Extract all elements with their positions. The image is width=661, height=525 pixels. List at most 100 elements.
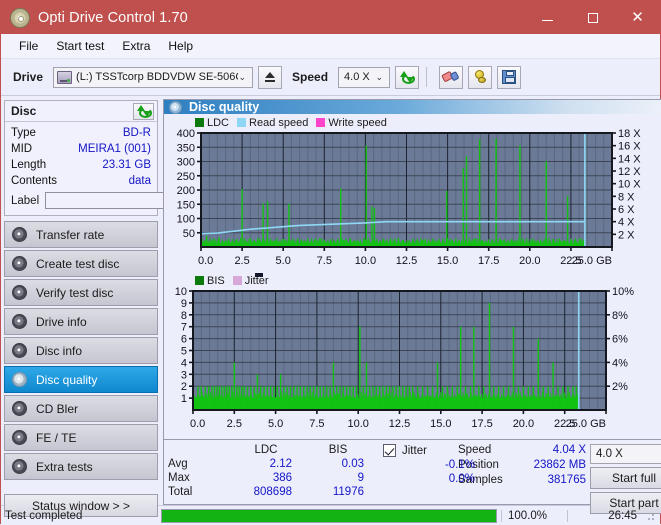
- svg-text:18 X: 18 X: [618, 129, 641, 140]
- legend-item-read-speed: Read speed: [237, 117, 308, 129]
- stats-corner: [168, 444, 230, 456]
- disc-mid-label: MID: [11, 143, 33, 155]
- disc-row-mid: MID MEIRA1 (001): [11, 141, 151, 157]
- menu-extra[interactable]: Extra: [113, 37, 159, 55]
- maximize-button[interactable]: [570, 1, 615, 34]
- legend-swatch-write-speed: [316, 118, 326, 127]
- svg-text:100: 100: [177, 214, 195, 226]
- sidebar-item-extra-tests[interactable]: Extra tests: [4, 453, 158, 480]
- sidebar-item-transfer-rate[interactable]: Transfer rate: [4, 221, 158, 248]
- jitter-checkbox[interactable]: [383, 444, 396, 457]
- sidebar-item-fe-te[interactable]: FE / TE: [4, 424, 158, 451]
- eject-icon: [265, 72, 276, 82]
- test-info-panel: Speed 4.04 X Position 23862 MB Samples 3…: [458, 444, 661, 514]
- disc-panel-header: Disc: [5, 101, 157, 122]
- sidebar-item-label: Extra tests: [36, 459, 93, 474]
- bis-chart: 1 2 3 4 5 6 7 8 9 10 2% 4% 6% 8% 10% 0.0 2.5 5.0 7.5 10.0 12…: [167, 286, 661, 435]
- svg-text:7.5: 7.5: [317, 255, 332, 267]
- stats-max-bis: 9: [357, 472, 364, 484]
- disc-refresh-button[interactable]: [133, 102, 154, 120]
- legend-item-write-speed: Write speed: [316, 117, 387, 129]
- test-controls: 4.0 X ⌄ Start full Start part: [590, 444, 661, 514]
- disc-contents-label: Contents: [11, 175, 58, 187]
- legend-item-ldc: LDC: [195, 117, 229, 129]
- erase-button[interactable]: [439, 65, 464, 89]
- panel-title: Disc quality: [189, 100, 260, 114]
- sidebar: Disc Type BD-R MID MEIRA1 (001) Length 2…: [1, 96, 247, 517]
- close-button[interactable]: ✕: [615, 1, 660, 34]
- legend-label-write-speed: Write speed: [328, 116, 387, 129]
- sidebar-item-verify-test-disc[interactable]: Verify test disc: [4, 279, 158, 306]
- progress-percent: 100.0%: [501, 509, 567, 522]
- ldc-chart-svg: 501001502002503003504002 X4 X6 X8 X10 X1…: [177, 128, 642, 267]
- svg-text:12 X: 12 X: [618, 166, 641, 178]
- statistics-table: LDC BIS Avg 2.12 0.03 Max 386 9 Total 80…: [168, 444, 475, 514]
- eject-button[interactable]: [258, 65, 283, 89]
- svg-text:5.0: 5.0: [268, 418, 283, 430]
- stats-row-label-avg: Avg: [168, 458, 188, 470]
- disc-icon: [12, 430, 27, 445]
- sidebar-item-disc-info[interactable]: Disc info: [4, 337, 158, 364]
- svg-text:7: 7: [181, 322, 187, 334]
- svg-text:4: 4: [181, 357, 187, 369]
- position-value: 23862 MB: [533, 459, 586, 471]
- minimize-button[interactable]: [525, 1, 570, 34]
- sidebar-item-label: Transfer rate: [36, 227, 105, 242]
- samples-value: 381765: [547, 474, 586, 486]
- jitter-max-value: 0.0%: [448, 473, 475, 485]
- svg-text:12.5: 12.5: [396, 255, 417, 267]
- legend-label-bis: BIS: [207, 274, 225, 287]
- menu-file[interactable]: File: [10, 37, 47, 55]
- eraser-icon: [441, 68, 461, 86]
- jitter-header: Jitter: [383, 444, 479, 457]
- save-button[interactable]: [497, 65, 522, 89]
- main-body: Disc Type BD-R MID MEIRA1 (001) Length 2…: [1, 96, 661, 517]
- disc-quality-icon: [169, 100, 182, 114]
- close-icon: ✕: [631, 9, 644, 26]
- start-full-button[interactable]: Start full: [590, 467, 661, 489]
- disc-length-label: Length: [11, 159, 47, 171]
- sidebar-item-create-test-disc[interactable]: Create test disc: [4, 250, 158, 277]
- menu-start-test[interactable]: Start test: [47, 37, 113, 55]
- application-window: Opti Drive Control 1.70 ✕ File Start tes…: [0, 0, 661, 525]
- svg-text:10.0: 10.0: [355, 255, 376, 267]
- toolbar: Drive (L:) TSSTcorp BDDVDW SE-506CB TS02…: [1, 59, 660, 96]
- svg-text:150: 150: [177, 199, 195, 211]
- svg-text:8 X: 8 X: [618, 191, 635, 203]
- svg-text:10%: 10%: [612, 287, 634, 298]
- ldc-chart: 50 100 150 200 250 300 350 400 2 X4 X6 X8 X 10 X1…: [167, 128, 661, 272]
- disc-info-panel: Disc Type BD-R MID MEIRA1 (001) Length 2…: [4, 100, 247, 216]
- disc-icon: [12, 227, 27, 242]
- floppy-disk-icon: [502, 70, 517, 84]
- sidebar-item-cd-bler[interactable]: CD Bler: [4, 395, 158, 422]
- stats-header-bis: BIS: [328, 444, 348, 456]
- svg-text:300: 300: [177, 157, 195, 169]
- test-speed-select[interactable]: 4.0 X ⌄: [590, 444, 661, 464]
- disc-icon: [12, 256, 27, 271]
- legend-swatch-ldc: [195, 118, 204, 127]
- svg-text:6 X: 6 X: [618, 204, 635, 216]
- legend-label-read-speed: Read speed: [249, 116, 309, 129]
- stats-header-ldc: LDC: [254, 444, 278, 456]
- svg-text:17.5: 17.5: [471, 418, 492, 430]
- resize-grip[interactable]: [647, 510, 657, 521]
- jitter-marker-icon: [255, 273, 263, 277]
- menu-help[interactable]: Help: [159, 37, 202, 55]
- disc-label-label: Label: [11, 194, 40, 207]
- speed-select[interactable]: 4.0 X ⌄: [338, 66, 391, 88]
- svg-text:7.5: 7.5: [309, 418, 324, 430]
- chevron-down-icon: ⌄: [238, 71, 247, 82]
- svg-text:2%: 2%: [612, 381, 628, 393]
- sidebar-item-disc-quality[interactable]: Disc quality: [4, 366, 158, 393]
- bulb-button[interactable]: [468, 65, 493, 89]
- svg-text:0.0: 0.0: [198, 255, 213, 267]
- disc-quality-panel: Disc quality LDC Read speed Write speed …: [163, 99, 661, 514]
- sidebar-item-label: Disc quality: [36, 372, 98, 387]
- drive-select[interactable]: (L:) TSSTcorp BDDVDW SE-506CB TS02 ⌄: [53, 66, 254, 88]
- refresh-drive-button[interactable]: [395, 65, 420, 89]
- svg-text:14 X: 14 X: [618, 153, 641, 165]
- toolbar-divider: [426, 67, 428, 87]
- sidebar-item-drive-info[interactable]: Drive info: [4, 308, 158, 335]
- legend-item-jitter: Jitter: [232, 275, 269, 287]
- stats-max-ldc: 386: [272, 472, 292, 484]
